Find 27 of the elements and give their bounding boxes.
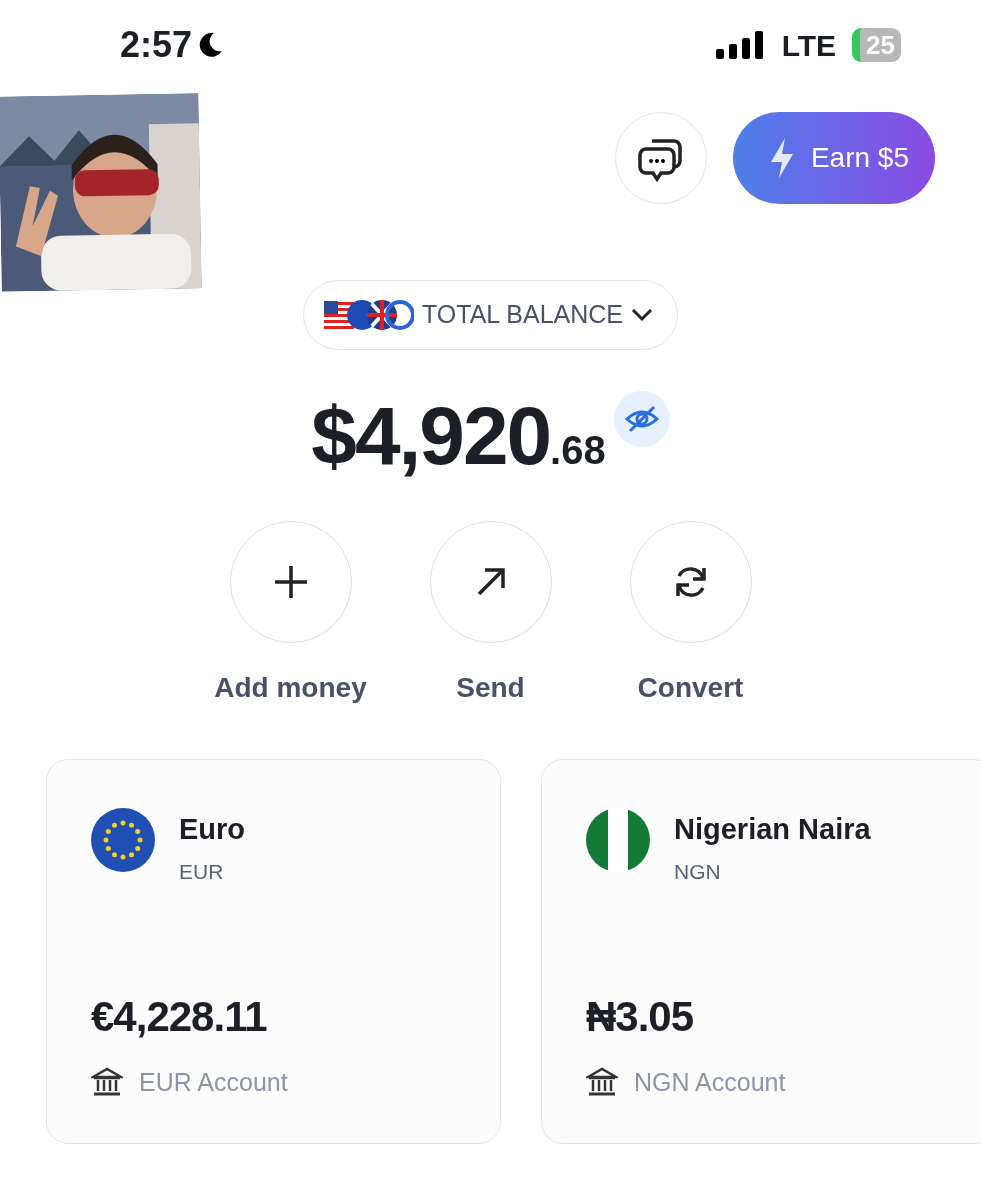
currency-name: Nigerian Naira [674,812,871,847]
balance-selector[interactable]: TOTAL BALANCE [303,280,678,350]
earn-button[interactable]: Earn $5 [732,112,935,204]
action-label: Send [456,671,525,705]
action-label: Convert [637,671,744,705]
signal-icon [715,31,766,59]
balance-label: TOTAL BALANCE [422,299,623,331]
lightning-icon [768,138,795,178]
currency-name: Euro [179,812,246,847]
nigeria-flag-icon [586,808,650,872]
chevron-down-icon [631,308,653,322]
action-label: Add money [214,671,367,705]
currency-code: NGN [674,858,722,885]
account-label: NGN Account [634,1066,786,1098]
account-balance: ₦3.05 [586,991,695,1042]
bank-icon [586,1067,618,1098]
battery-level: 25 [852,28,901,62]
account-balance: €4,228.11 [91,991,268,1042]
currency-code: EUR [179,858,225,885]
balance-cents: .68 [550,427,606,474]
clock-time: 2:57 [120,23,193,67]
account-label: EUR Account [139,1066,288,1098]
bank-icon [91,1067,123,1098]
balance-amount: $4,920 [311,389,551,483]
network-label: LTE [781,27,837,64]
eu-flag-icon [91,808,155,872]
currency-flags-icon [322,298,414,332]
